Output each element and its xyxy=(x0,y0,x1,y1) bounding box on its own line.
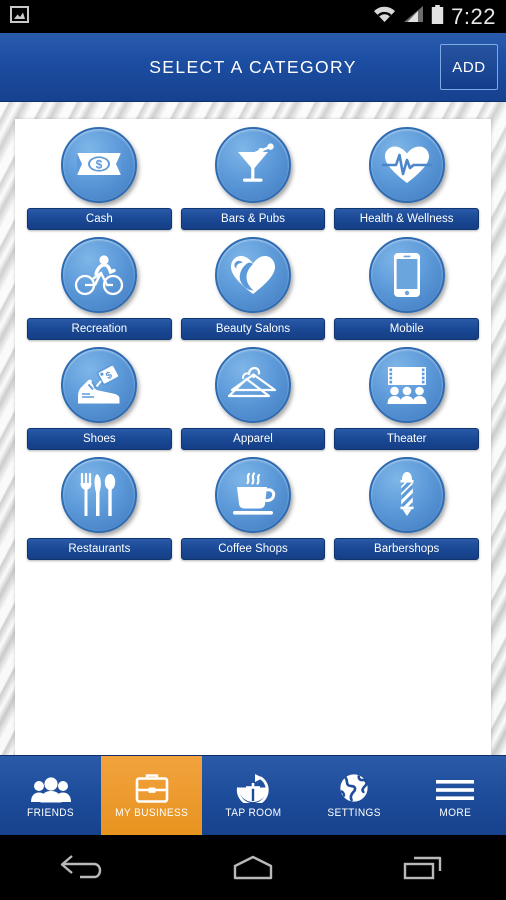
back-arrow-icon[interactable] xyxy=(39,843,129,893)
coffee-cup-icon xyxy=(228,472,278,518)
status-bar-indicators: 7:22 xyxy=(373,4,496,30)
people-group-icon xyxy=(30,773,71,803)
clothes-hanger-icon xyxy=(227,365,279,405)
status-bar-clock: 7:22 xyxy=(451,3,496,29)
category-label: Theater xyxy=(334,428,479,450)
nav-label: FRIENDS xyxy=(27,806,75,819)
category-icon-circle: $ xyxy=(61,127,138,203)
category-item-shoes[interactable]: $ Shoes xyxy=(27,347,172,450)
category-item-bars-pubs[interactable]: Bars & Pubs xyxy=(180,127,326,230)
category-icon-circle xyxy=(214,347,291,423)
nav-item-my-business[interactable]: MY BUSINESS xyxy=(101,756,203,835)
nav-label: SETTINGS xyxy=(327,806,381,819)
cinema-screen-icon xyxy=(383,364,431,406)
category-item-theater[interactable]: Theater xyxy=(334,347,479,450)
barber-pole-icon xyxy=(393,470,421,520)
category-icon-circle xyxy=(61,457,138,533)
wifi-icon xyxy=(373,5,396,28)
nav-item-settings[interactable]: SETTINGS xyxy=(304,756,405,835)
category-icon-circle xyxy=(61,237,138,313)
android-system-nav xyxy=(0,835,506,900)
status-bar-notifications xyxy=(10,5,29,28)
martini-glass-icon xyxy=(231,143,275,187)
category-label: Barbershops xyxy=(334,538,479,560)
heart-face-icon xyxy=(229,253,277,297)
hamburger-menu-icon xyxy=(436,773,475,803)
category-icon-circle xyxy=(368,347,445,423)
category-icon-circle xyxy=(214,457,291,533)
category-grid: $ Cash Bars & Pubs Health & Wellness Rec… xyxy=(15,119,491,560)
tap-room-g-arrow-icon xyxy=(236,773,270,803)
category-item-recreation[interactable]: Recreation xyxy=(27,237,172,340)
heart-pulse-icon xyxy=(381,144,432,186)
category-item-restaurants[interactable]: Restaurants xyxy=(27,457,172,560)
category-label: Cash xyxy=(27,208,172,230)
briefcase-icon xyxy=(135,773,169,803)
category-card: $ Cash Bars & Pubs Health & Wellness Rec… xyxy=(15,119,491,755)
content-background: $ Cash Bars & Pubs Health & Wellness Rec… xyxy=(0,102,506,755)
bottom-navigation: FRIENDS MY BUSINESS TAP ROOM SETTINGS MO… xyxy=(0,755,506,835)
category-icon-circle xyxy=(368,457,445,533)
category-label: Shoes xyxy=(27,428,172,450)
category-icon-circle xyxy=(214,127,291,203)
category-item-coffee-shops[interactable]: Coffee Shops xyxy=(180,457,326,560)
home-icon[interactable] xyxy=(208,843,298,893)
money-bill-icon: $ xyxy=(76,150,122,180)
category-icon-circle: $ xyxy=(61,347,138,423)
nav-label: MY BUSINESS xyxy=(115,806,189,819)
category-icon-circle xyxy=(368,127,445,203)
cellular-signal-icon xyxy=(403,5,424,28)
category-label: Mobile xyxy=(334,318,479,340)
app-header: SELECT A CATEGORY ADD xyxy=(0,33,506,102)
nav-item-friends[interactable]: FRIENDS xyxy=(0,756,101,835)
category-label: Coffee Shops xyxy=(180,538,326,560)
category-label: Restaurants xyxy=(27,538,172,560)
recent-apps-icon[interactable] xyxy=(377,843,467,893)
image-notification-icon xyxy=(10,5,29,28)
category-item-beauty-salons[interactable]: Beauty Salons xyxy=(180,237,326,340)
svg-text:$: $ xyxy=(96,158,103,172)
nav-item-tap-room[interactable]: TAP ROOM xyxy=(202,756,303,835)
battery-icon xyxy=(431,4,444,29)
category-item-barbershops[interactable]: Barbershops xyxy=(334,457,479,560)
category-item-health-wellness[interactable]: Health & Wellness xyxy=(334,127,479,230)
category-icon-circle xyxy=(214,237,291,313)
globe-icon xyxy=(339,773,369,803)
category-item-mobile[interactable]: Mobile xyxy=(334,237,479,340)
nav-item-more[interactable]: MORE xyxy=(405,756,506,835)
nav-label: MORE xyxy=(439,806,472,819)
category-label: Beauty Salons xyxy=(180,318,326,340)
nav-label: TAP ROOM xyxy=(225,806,282,819)
category-label: Health & Wellness xyxy=(334,208,479,230)
page-title: SELECT A CATEGORY xyxy=(149,56,357,77)
smartphone-icon xyxy=(393,252,421,298)
add-button[interactable]: ADD xyxy=(440,44,498,90)
category-item-cash[interactable]: $ Cash xyxy=(27,127,172,230)
category-label: Recreation xyxy=(27,318,172,340)
bicycle-rider-icon xyxy=(74,254,124,296)
category-label: Apparel xyxy=(180,428,326,450)
category-icon-circle xyxy=(368,237,445,313)
status-bar: 7:22 xyxy=(0,0,506,33)
sneaker-tag-icon: $ xyxy=(74,363,124,407)
category-label: Bars & Pubs xyxy=(180,208,326,230)
category-item-apparel[interactable]: Apparel xyxy=(180,347,326,450)
cutlery-icon xyxy=(78,472,120,518)
